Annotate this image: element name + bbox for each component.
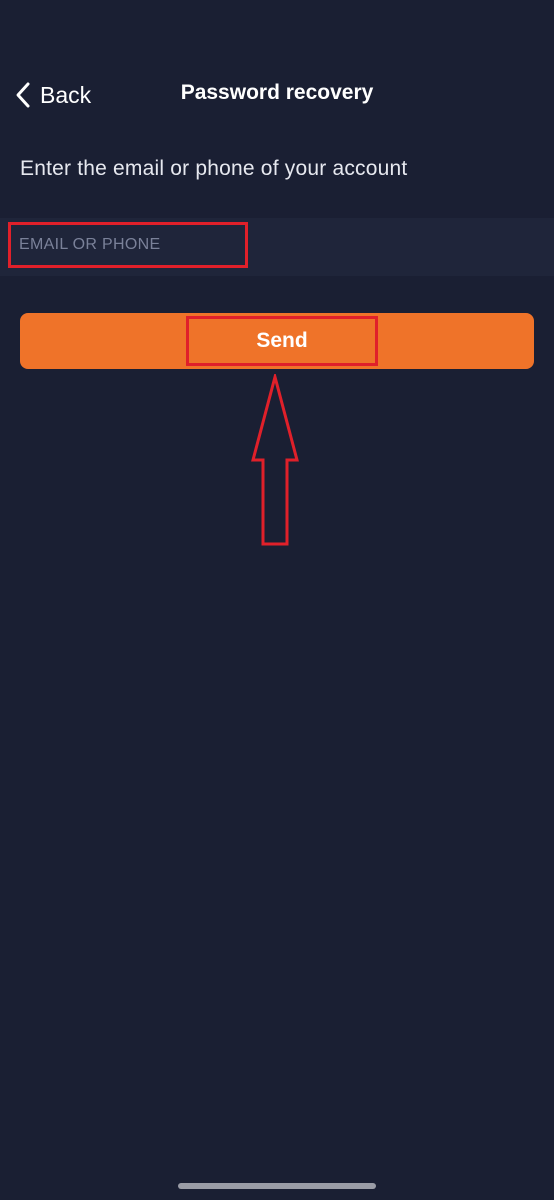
navigation-bar: Back Password recovery: [0, 70, 554, 120]
send-button[interactable]: Send: [20, 313, 534, 369]
email-or-phone-input[interactable]: [8, 222, 248, 268]
send-highlight-box: Send: [186, 316, 378, 366]
input-row: [0, 218, 554, 276]
page-title: Password recovery: [180, 81, 374, 104]
instruction-text: Enter the email or phone of your account: [20, 157, 408, 180]
send-label: Send: [256, 329, 308, 352]
home-indicator[interactable]: [178, 1183, 376, 1189]
up-arrow-icon: [251, 374, 299, 546]
